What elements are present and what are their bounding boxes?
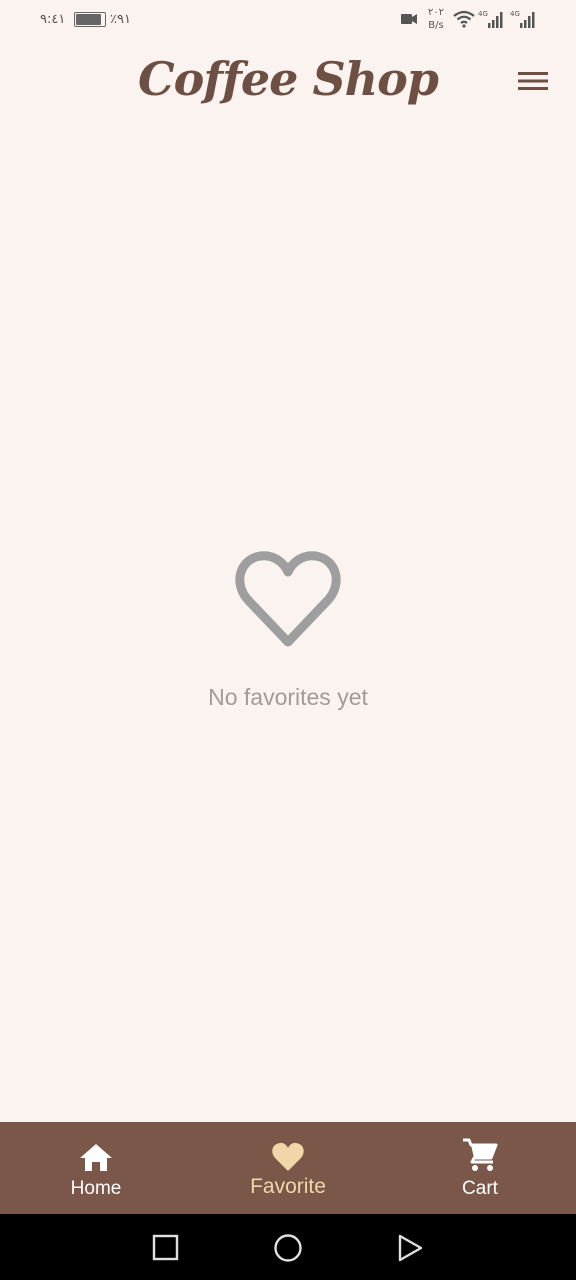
- signal-strength-icon: 4G: [510, 9, 536, 33]
- network-speed: ٢٠٢ B/s: [427, 7, 445, 31]
- status-bar: ٩:٤١ ٪٩١ ٢٠٢ B/s 4G 4G: [0, 0, 576, 40]
- battery-icon: [74, 12, 106, 27]
- nav-item-home[interactable]: Home: [0, 1122, 192, 1214]
- nav-item-cart[interactable]: Cart: [384, 1122, 576, 1214]
- signal-strength-icon: 4G: [478, 9, 504, 33]
- bottom-navigation: Home Favorite Cart: [0, 1122, 576, 1214]
- empty-state-message: No favorites yet: [208, 684, 368, 710]
- nav-item-favorite[interactable]: Favorite: [192, 1122, 384, 1214]
- video-camera-icon: [400, 12, 418, 30]
- nav-label-favorite: Favorite: [250, 1175, 326, 1198]
- cart-icon: [462, 1136, 498, 1172]
- app-title: Coffee Shop: [138, 52, 439, 106]
- heart-icon: [271, 1136, 305, 1172]
- wifi-icon: [452, 10, 476, 32]
- favorites-screen: ٩:٤١ ٪٩١ ٢٠٢ B/s 4G 4G Coffee Shop No fa…: [0, 0, 576, 1280]
- home-icon: [79, 1136, 113, 1172]
- back-button[interactable]: [396, 1234, 424, 1266]
- nav-label-home: Home: [70, 1178, 122, 1199]
- triangle-back-icon: [398, 1234, 423, 1262]
- heart-outline-icon: [232, 548, 344, 656]
- system-navigation-bar: [0, 1214, 576, 1280]
- home-system-button[interactable]: [273, 1234, 303, 1266]
- circle-icon: [274, 1234, 302, 1262]
- svg-text:4G: 4G: [510, 10, 520, 18]
- nav-label-cart: Cart: [462, 1178, 498, 1199]
- battery-percent: ٪٩١: [110, 12, 131, 27]
- svg-text:4G: 4G: [478, 10, 488, 18]
- hamburger-menu-icon: [518, 72, 548, 90]
- recent-apps-button[interactable]: [152, 1234, 180, 1266]
- square-icon: [152, 1234, 179, 1261]
- menu-button[interactable]: [518, 70, 558, 100]
- status-time: ٩:٤١: [40, 12, 66, 27]
